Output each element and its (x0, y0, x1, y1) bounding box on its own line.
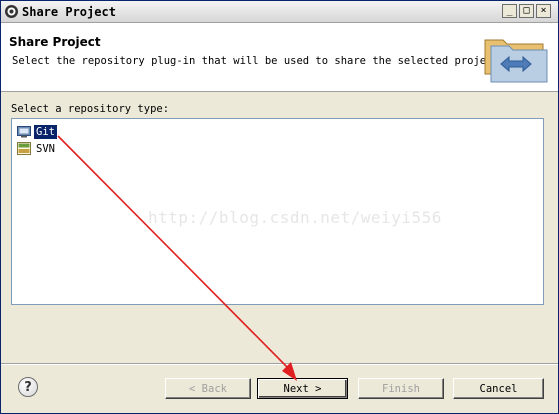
eclipse-gear-icon (5, 5, 18, 18)
title-bar[interactable]: Share Project _ □ × (1, 1, 558, 23)
close-button[interactable]: × (536, 4, 551, 18)
share-folders-icon (484, 39, 548, 83)
next-button[interactable]: Next > (257, 378, 348, 399)
repository-type-label: Select a repository type: (11, 103, 170, 115)
share-project-dialog: Share Project _ □ × Share Project Select… (0, 0, 559, 414)
list-item-label: SVN (36, 142, 55, 155)
list-item-label: Git (34, 124, 57, 139)
page-title: Share Project (9, 35, 101, 49)
back-button[interactable]: < Back (165, 378, 251, 399)
wizard-header: Share Project Select the repository plug… (1, 23, 558, 92)
minimize-button[interactable]: _ (502, 4, 517, 18)
list-item-git[interactable]: Git (17, 124, 57, 139)
watermark-text: http://blog.csdn.net/weiyi556 (148, 208, 442, 227)
finish-button[interactable]: Finish (358, 378, 444, 399)
footer-divider (1, 363, 558, 365)
cancel-button[interactable]: Cancel (453, 378, 544, 399)
help-button[interactable]: ? (18, 377, 38, 397)
page-description: Select the repository plug-in that will … (12, 55, 506, 67)
git-repository-icon (17, 126, 31, 138)
maximize-button[interactable]: □ (519, 4, 534, 18)
svn-repository-icon (17, 142, 31, 155)
list-item-svn[interactable]: SVN (17, 141, 57, 156)
window-title: Share Project (22, 5, 116, 19)
